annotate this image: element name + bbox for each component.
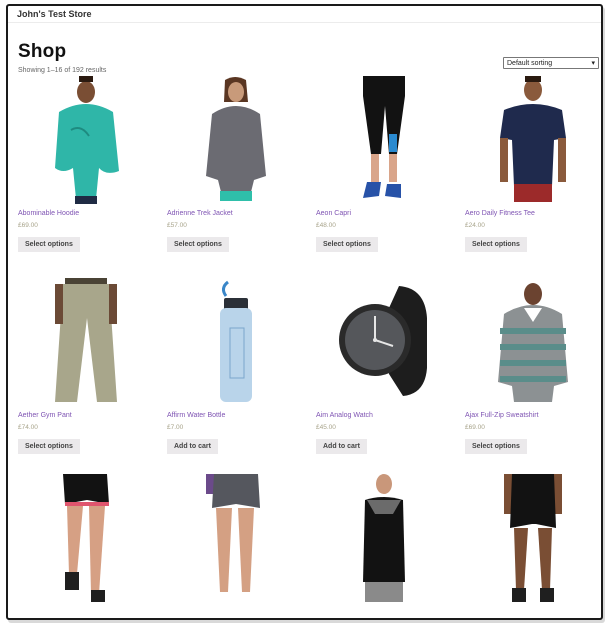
shop-header: Shop Showing 1–16 of 192 results Default… <box>8 23 601 81</box>
product-price: £74.00 <box>18 424 38 431</box>
browser-window: John's Test Store Shop Showing 1–16 of 1… <box>6 4 603 620</box>
product-title[interactable] <box>18 608 153 618</box>
product-title[interactable]: Aero Daily Fitness Tee <box>465 210 600 220</box>
product-price: £57.00 <box>167 222 187 229</box>
product-image[interactable] <box>465 76 600 204</box>
sorting-select[interactable]: Default sorting ▾ <box>503 57 599 69</box>
product-image[interactable] <box>167 76 302 204</box>
product-grid: Abominable Hoodie £69.00 Select options … <box>18 76 600 618</box>
product-image[interactable] <box>316 76 451 204</box>
product-card: Aim Analog Watch £45.00 Add to cart <box>316 278 451 454</box>
product-image[interactable] <box>316 474 451 602</box>
product-title[interactable]: Aim Analog Watch <box>316 412 451 422</box>
product-image[interactable] <box>18 76 153 204</box>
select-options-button[interactable]: Select options <box>316 237 378 252</box>
product-title[interactable] <box>465 608 600 618</box>
product-card: Aeon Capri £48.00 Select options <box>316 76 451 252</box>
chevron-down-icon: ▾ <box>591 60 595 67</box>
product-price: £48.00 <box>316 222 336 229</box>
product-price: £24.00 <box>465 222 485 229</box>
add-to-cart-button[interactable]: Add to cart <box>167 439 218 454</box>
product-price: £69.00 <box>465 424 485 431</box>
select-options-button[interactable]: Select options <box>465 439 527 454</box>
product-card: Affirm Water Bottle £7.00 Add to cart <box>167 278 302 454</box>
product-card <box>167 474 302 618</box>
add-to-cart-button[interactable]: Add to cart <box>316 439 367 454</box>
product-image[interactable] <box>465 278 600 406</box>
product-card: Aether Gym Pant £74.00 Select options <box>18 278 153 454</box>
select-options-button[interactable]: Select options <box>465 237 527 252</box>
product-price: £45.00 <box>316 424 336 431</box>
product-title[interactable]: Affirm Water Bottle <box>167 412 302 422</box>
store-name[interactable]: John's Test Store <box>17 9 92 19</box>
product-image[interactable] <box>465 474 600 602</box>
product-image[interactable] <box>18 278 153 406</box>
select-options-button[interactable]: Select options <box>18 237 80 252</box>
product-price: £69.00 <box>18 222 38 229</box>
product-title[interactable]: Aeon Capri <box>316 210 451 220</box>
product-card <box>18 474 153 618</box>
product-title[interactable]: Adrienne Trek Jacket <box>167 210 302 220</box>
sorting-value: Default sorting <box>507 59 553 67</box>
select-options-button[interactable]: Select options <box>18 439 80 454</box>
store-name-bar: John's Test Store <box>8 6 601 23</box>
product-title[interactable]: Aether Gym Pant <box>18 412 153 422</box>
product-title[interactable]: Ajax Full-Zip Sweatshirt <box>465 412 600 422</box>
select-options-button[interactable]: Select options <box>167 237 229 252</box>
product-image[interactable] <box>167 474 302 602</box>
product-title[interactable]: Abominable Hoodie <box>18 210 153 220</box>
product-card: Aero Daily Fitness Tee £24.00 Select opt… <box>465 76 600 252</box>
product-title[interactable] <box>167 608 302 618</box>
product-card <box>465 474 600 618</box>
product-card: Ajax Full-Zip Sweatshirt £69.00 Select o… <box>465 278 600 454</box>
product-card: Adrienne Trek Jacket £57.00 Select optio… <box>167 76 302 252</box>
product-title[interactable] <box>316 608 451 618</box>
product-price: £7.00 <box>167 424 184 431</box>
product-image[interactable] <box>18 474 153 602</box>
product-image[interactable] <box>316 278 451 406</box>
product-card <box>316 474 451 618</box>
product-card: Abominable Hoodie £69.00 Select options <box>18 76 153 252</box>
product-image[interactable] <box>167 278 302 406</box>
